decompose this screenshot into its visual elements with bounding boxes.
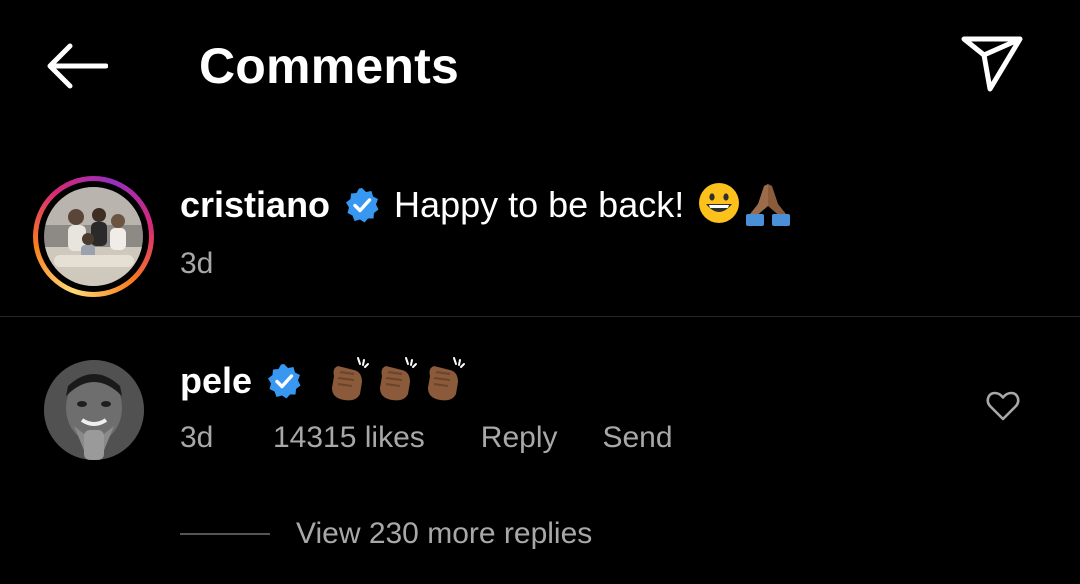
comment-row: pele 3d 14315 likes Reply Send bbox=[0, 350, 1080, 480]
clapping-hands-emoji bbox=[376, 356, 420, 407]
story-ring[interactable] bbox=[33, 176, 154, 297]
view-replies-button[interactable]: View 230 more replies bbox=[180, 512, 592, 556]
clapping-hands-emoji bbox=[424, 356, 468, 407]
verified-badge-icon bbox=[344, 187, 380, 223]
caption-timestamp: 3d bbox=[180, 247, 214, 280]
reply-button[interactable]: Reply bbox=[481, 421, 558, 455]
like-button[interactable] bbox=[982, 386, 1024, 426]
caption-username[interactable]: cristiano bbox=[180, 182, 330, 228]
share-button[interactable] bbox=[952, 28, 1032, 100]
comment-username[interactable]: pele bbox=[180, 358, 252, 404]
like-count[interactable]: 14315 likes bbox=[273, 421, 425, 455]
caption-text: Happy to be back! bbox=[394, 184, 685, 225]
replies-divider-line bbox=[180, 533, 270, 535]
clapping-hands-emoji bbox=[328, 356, 372, 407]
divider bbox=[0, 316, 1080, 317]
avatar bbox=[44, 187, 143, 286]
send-direct-icon bbox=[961, 36, 1023, 92]
folded-hands-emoji bbox=[744, 180, 792, 231]
avatar[interactable] bbox=[44, 360, 144, 460]
heart-outline-icon bbox=[986, 391, 1020, 421]
comment-timestamp: 3d bbox=[180, 421, 214, 454]
send-button[interactable]: Send bbox=[602, 421, 672, 455]
grinning-face-emoji bbox=[698, 182, 740, 229]
back-button[interactable] bbox=[40, 36, 112, 96]
view-replies-label: View 230 more replies bbox=[296, 517, 593, 550]
page-title: Comments bbox=[199, 38, 459, 94]
verified-badge-icon bbox=[266, 363, 302, 399]
back-arrow-icon bbox=[47, 43, 108, 89]
top-bar: Comments bbox=[0, 0, 1080, 130]
post-caption: cristiano Happy to be back! 3d bbox=[0, 168, 1080, 314]
